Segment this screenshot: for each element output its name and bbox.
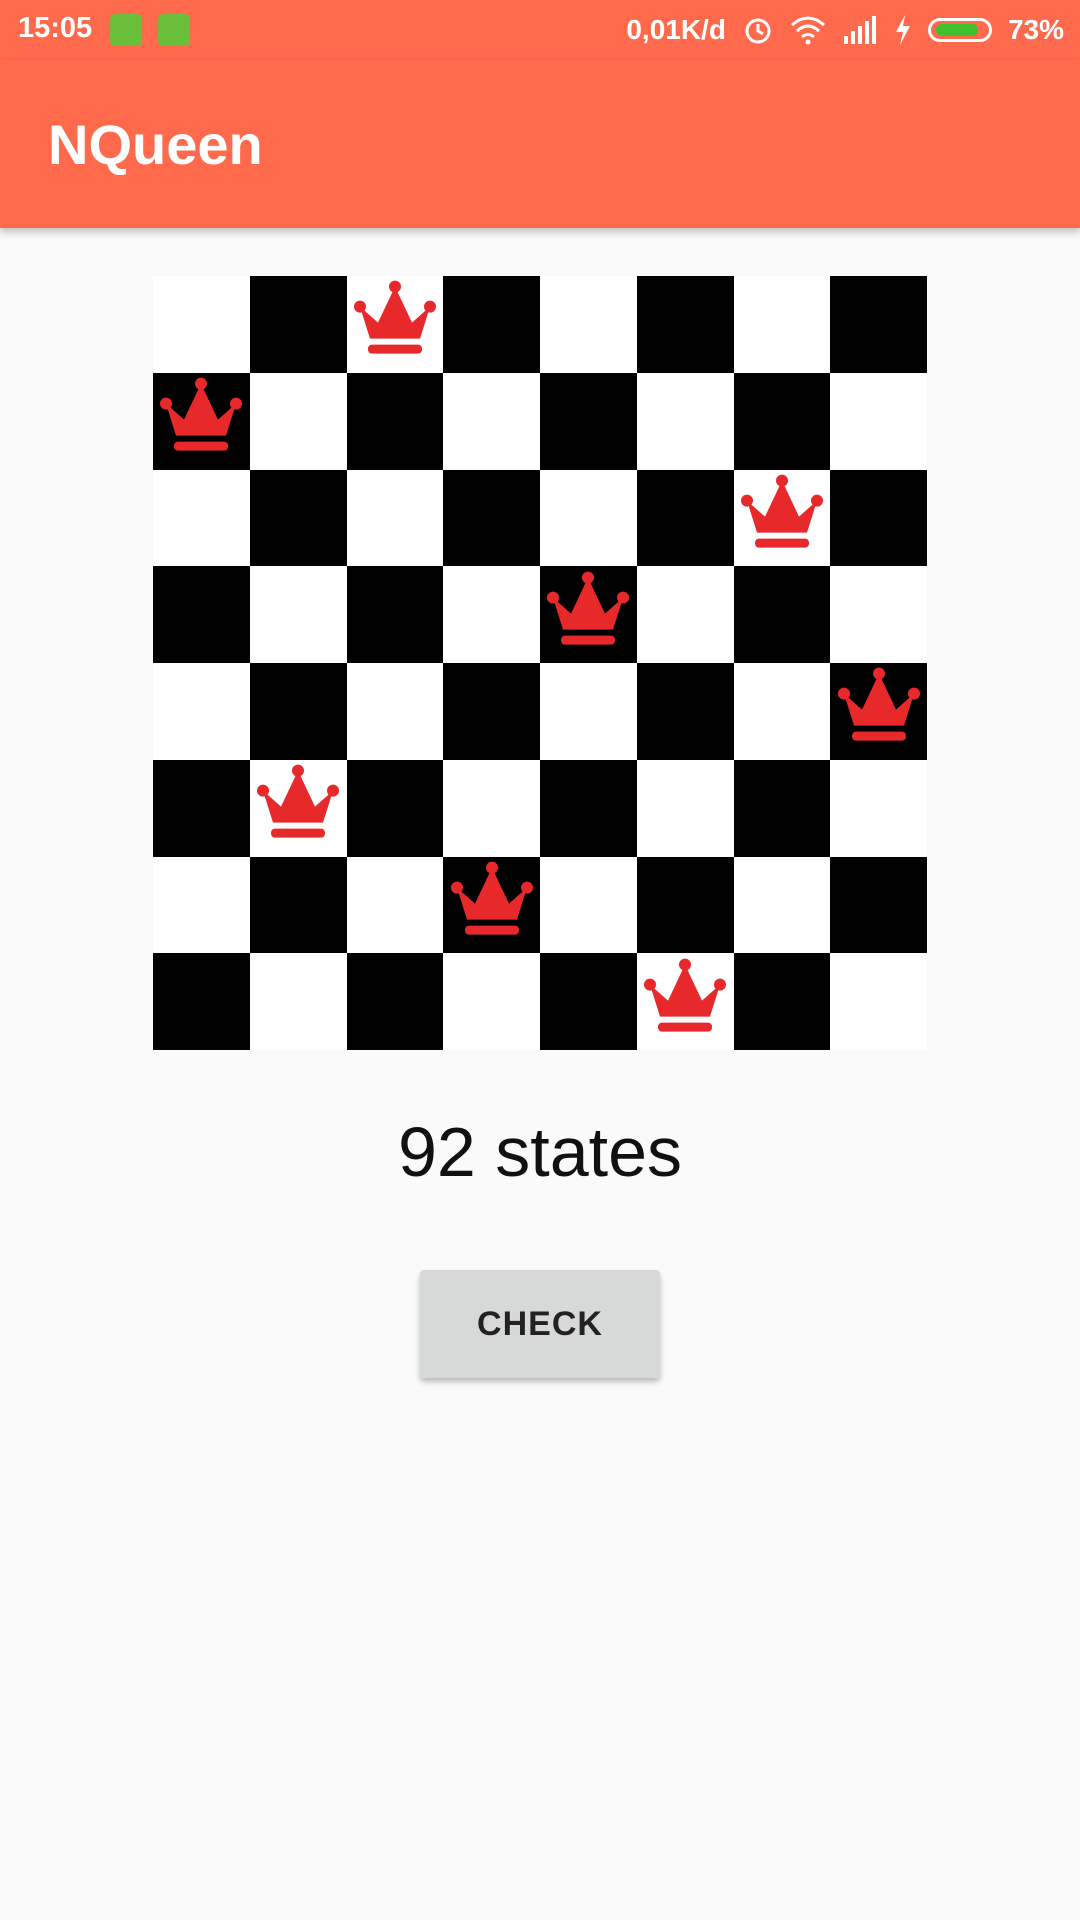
- board-cell-r5-c6[interactable]: [636, 663, 734, 760]
- board-cell-r1-c8[interactable]: [830, 276, 927, 373]
- board-cell-r4-c8[interactable]: [830, 566, 927, 663]
- board-cell-r5-c7[interactable]: [733, 663, 831, 760]
- board-cell-r2-c2[interactable]: [249, 372, 347, 470]
- signal-icon: [843, 16, 876, 44]
- board-cell-r8-c3[interactable]: [346, 953, 444, 1050]
- board-cell-r6-c2[interactable]: [249, 759, 347, 857]
- board-cell-r6-c8[interactable]: [830, 759, 927, 857]
- board-cell-r4-c1[interactable]: [153, 566, 250, 663]
- app-title: NQueen: [48, 113, 263, 176]
- board-cell-r4-c2[interactable]: [249, 566, 347, 663]
- board-cell-r8-c8[interactable]: [830, 953, 927, 1050]
- queen-icon: [737, 473, 827, 557]
- states-count: 92 states: [397, 1113, 683, 1191]
- board-cell-r1-c3[interactable]: [346, 276, 444, 373]
- board-cell-r5-c2[interactable]: [249, 663, 347, 760]
- board-cell-r2-c8[interactable]: [830, 372, 927, 470]
- board-cell-r6-c5[interactable]: [540, 759, 637, 857]
- queen-icon: [350, 279, 440, 363]
- board-cell-r7-c5[interactable]: [540, 856, 637, 954]
- battery-saver-icon: [110, 14, 142, 46]
- board-cell-r4-c6[interactable]: [636, 566, 734, 663]
- chess-board[interactable]: [153, 276, 927, 1050]
- alarm-icon: [745, 18, 771, 44]
- board-cell-r3-c4[interactable]: [443, 469, 540, 567]
- board-cell-r3-c7[interactable]: [733, 469, 831, 567]
- board-cell-r2-c3[interactable]: [346, 372, 444, 470]
- board-cell-r2-c5[interactable]: [540, 372, 637, 470]
- board-cell-r4-c4[interactable]: [443, 566, 540, 663]
- board-cell-r3-c8[interactable]: [830, 469, 927, 567]
- board-cell-r6-c6[interactable]: [636, 759, 734, 857]
- check-button[interactable]: CHECK: [420, 1270, 660, 1378]
- queen-icon: [834, 666, 924, 750]
- board-cell-r1-c6[interactable]: [636, 276, 734, 373]
- board-cell-r4-c3[interactable]: [346, 566, 444, 663]
- status-right: 0,01K/d 73%: [626, 10, 1064, 50]
- board-cell-r3-c5[interactable]: [540, 469, 637, 567]
- board-cell-r1-c2[interactable]: [249, 276, 347, 373]
- queen-icon: [640, 956, 730, 1040]
- board-cell-r8-c6[interactable]: [636, 953, 734, 1050]
- board-cell-r3-c2[interactable]: [249, 469, 347, 567]
- board-cell-r2-c1[interactable]: [153, 372, 250, 470]
- board-cell-r3-c1[interactable]: [153, 469, 250, 567]
- queen-icon: [543, 569, 633, 653]
- board-cell-r7-c2[interactable]: [249, 856, 347, 954]
- board-cell-r3-c6[interactable]: [636, 469, 734, 567]
- battery-percent: 73%: [1007, 14, 1064, 45]
- board-cell-r5-c4[interactable]: [443, 663, 540, 760]
- battery-icon: [927, 18, 992, 42]
- app-bar: NQueen: [0, 60, 1080, 228]
- board-cell-r5-c5[interactable]: [540, 663, 637, 760]
- board-cell-r7-c7[interactable]: [733, 856, 831, 954]
- board-cell-r3-c3[interactable]: [346, 469, 444, 567]
- board-cell-r5-c8[interactable]: [830, 663, 927, 760]
- board-cell-r6-c7[interactable]: [733, 759, 831, 857]
- board-cell-r7-c8[interactable]: [830, 856, 927, 954]
- queen-icon: [447, 860, 537, 944]
- board-cell-r8-c2[interactable]: [249, 953, 347, 1050]
- board-cell-r2-c6[interactable]: [636, 372, 734, 470]
- status-time: 15:05: [18, 12, 93, 44]
- board-cell-r6-c1[interactable]: [153, 759, 250, 857]
- board-cell-r8-c4[interactable]: [443, 953, 540, 1050]
- network-speed: 0,01K/d: [626, 14, 726, 45]
- wifi-icon: [790, 16, 825, 45]
- board-cell-r1-c7[interactable]: [733, 276, 831, 373]
- board-cell-r8-c1[interactable]: [153, 953, 250, 1050]
- charging-icon: [895, 15, 910, 45]
- queen-icon: [156, 376, 246, 460]
- queen-icon: [253, 763, 343, 847]
- board-cell-r8-c7[interactable]: [733, 953, 831, 1050]
- board-cell-r7-c6[interactable]: [636, 856, 734, 954]
- board-cell-r1-c1[interactable]: [153, 276, 250, 373]
- board-cell-r5-c1[interactable]: [153, 663, 250, 760]
- board-cell-r6-c3[interactable]: [346, 759, 444, 857]
- board-cell-r7-c4[interactable]: [443, 856, 540, 954]
- board-cell-r6-c4[interactable]: [443, 759, 540, 857]
- board-cell-r4-c5[interactable]: [540, 566, 637, 663]
- board-cell-r1-c5[interactable]: [540, 276, 637, 373]
- board-cell-r8-c5[interactable]: [540, 953, 637, 1050]
- board-cell-r2-c4[interactable]: [443, 372, 540, 470]
- android-icon: [158, 14, 190, 46]
- board-cell-r1-c4[interactable]: [443, 276, 540, 373]
- board-cell-r2-c7[interactable]: [733, 372, 831, 470]
- status-bar: 15:05 0,01K/d 73%: [0, 0, 1080, 60]
- board-cell-r5-c3[interactable]: [346, 663, 444, 760]
- board-cell-r7-c3[interactable]: [346, 856, 444, 954]
- board-cell-r7-c1[interactable]: [153, 856, 250, 954]
- board-cell-r4-c7[interactable]: [733, 566, 831, 663]
